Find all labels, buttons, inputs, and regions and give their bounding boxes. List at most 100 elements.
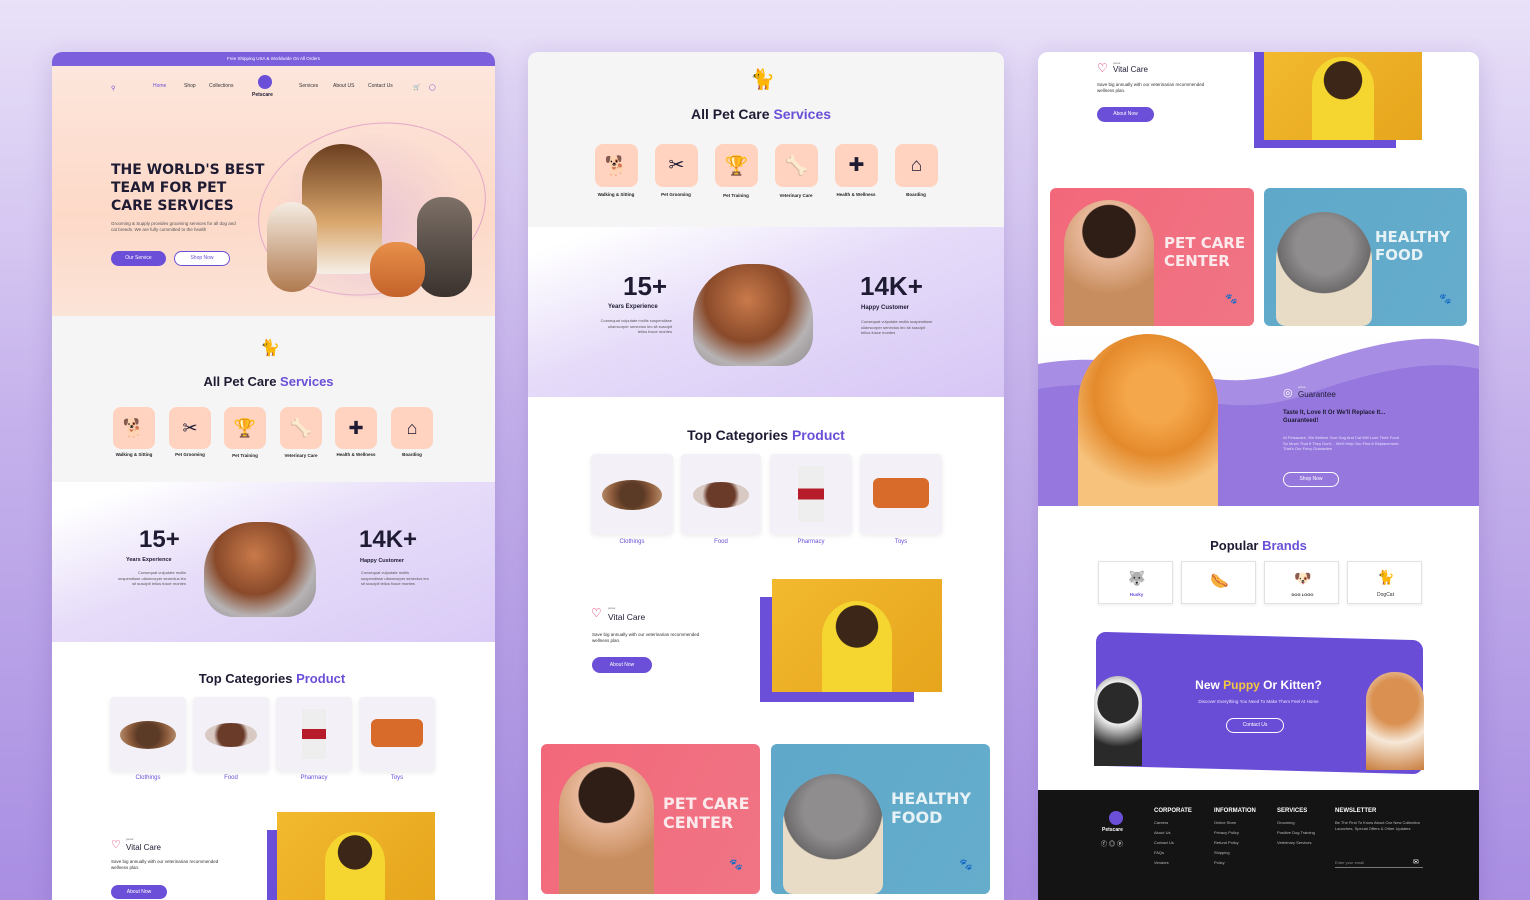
nav-home[interactable]: Home (153, 83, 166, 89)
health-icon[interactable]: ✚ (835, 144, 878, 187)
grooming-icon[interactable]: ✂ (655, 144, 698, 187)
footer-link[interactable]: FAQs (1154, 850, 1192, 855)
training-icon[interactable]: 🏆 (715, 144, 758, 187)
homepage-panel-1: Free Shipping USA & Worldwide On All Ord… (52, 52, 495, 900)
stat-customers-text: Consequat vulputate mollis suspendisse u… (861, 319, 933, 335)
brand-husky[interactable]: 🐺 Husky (1098, 561, 1173, 604)
puppy-cat-image (204, 522, 316, 617)
footer-link[interactable]: Privacy Policy (1214, 830, 1256, 835)
footer-corporate: CORPORATE Careers About Us Contact Us FA… (1154, 808, 1192, 870)
category-label[interactable]: Clothings (110, 775, 186, 781)
walking-icon[interactable]: 🐕 (113, 407, 155, 449)
footer-heading: CORPORATE (1154, 808, 1192, 814)
footer-heading: INFORMATION (1214, 808, 1256, 814)
nav-services[interactable]: Services (299, 83, 318, 89)
woman-dog-photo (772, 579, 942, 692)
category-food[interactable] (681, 454, 761, 534)
logo-text: Petscare (252, 92, 273, 98)
footer-link[interactable]: Policy (1214, 860, 1256, 865)
training-icon[interactable]: 🏆 (224, 407, 266, 449)
category-pharmacy[interactable] (770, 454, 852, 534)
veterinary-icon[interactable]: 🦴 (775, 144, 818, 187)
category-label[interactable]: Pharmacy (276, 775, 352, 781)
send-icon[interactable]: ✉ (1413, 858, 1419, 866)
woman-dog-photo (277, 812, 435, 900)
category-toys[interactable] (860, 454, 942, 534)
shop-now-button[interactable]: Shop Now (1283, 472, 1339, 487)
footer-link[interactable]: Careers (1154, 820, 1192, 825)
nav-about[interactable]: About US (333, 83, 354, 89)
footer-link[interactable]: Refund Policy (1214, 840, 1256, 845)
walking-icon[interactable]: 🐕 (595, 144, 638, 187)
service-label: Pet Training (723, 193, 749, 198)
vital-brand-small: petsa (126, 837, 134, 841)
category-label[interactable]: Food (193, 775, 269, 781)
footer-link[interactable]: Online Store (1214, 820, 1256, 825)
new-puppy-title: New Puppy Or Kitten? (1195, 678, 1322, 692)
nav-shop[interactable]: Shop (184, 83, 196, 89)
pet-care-center-banner[interactable]: PET CARE CENTER 🐾 (541, 744, 760, 894)
healthy-food-banner[interactable]: HEALTHY FOOD 🐾 (1264, 188, 1467, 326)
boarding-icon[interactable]: ⌂ (391, 407, 433, 449)
announcement-bar: Free Shipping USA & Worldwide On All Ord… (52, 52, 495, 66)
toy-tractor-image (873, 478, 929, 508)
woman-figure (1312, 57, 1374, 140)
health-icon[interactable]: ✚ (335, 407, 377, 449)
category-clothings[interactable] (591, 454, 673, 534)
category-label[interactable]: Toys (860, 539, 942, 545)
service-label: Boarding (906, 192, 926, 197)
footer-logo-icon[interactable] (1109, 811, 1123, 825)
category-toys[interactable] (359, 697, 435, 771)
about-now-button[interactable]: About Now (1097, 107, 1154, 122)
logo-icon[interactable] (258, 75, 272, 89)
brand-dog-logo[interactable]: 🐶 DOG LOGO (1264, 561, 1339, 604)
category-clothings[interactable] (110, 697, 186, 771)
brand-dogcat[interactable]: 🐈 DogCat (1347, 561, 1422, 604)
nav-collections[interactable]: Collections (209, 83, 233, 89)
heart-icon: ♡ (591, 606, 602, 620)
banner-title-2: CENTER (663, 813, 734, 832)
stat-customers-text: Consequat vulputate mollis suspendisse u… (361, 570, 429, 586)
footer-link[interactable]: Shipping (1214, 850, 1256, 855)
category-pharmacy[interactable] (276, 697, 352, 771)
stat-years-text: Consequat vulputate mollis suspendisse u… (118, 570, 186, 586)
category-label[interactable]: Pharmacy (770, 539, 852, 545)
footer-link[interactable]: Contact Us (1154, 840, 1192, 845)
footer-link[interactable]: Vendors (1154, 860, 1192, 865)
about-now-button[interactable]: About Now (111, 885, 167, 899)
category-label[interactable]: Food (681, 539, 761, 545)
newsletter-email-input[interactable]: Enter your email ✉ (1335, 859, 1423, 868)
orange-kitten-image (370, 242, 425, 297)
about-now-button[interactable]: About Now (592, 657, 652, 673)
footer-link[interactable]: Veterinary Services (1277, 840, 1317, 845)
category-label[interactable]: Toys (359, 775, 435, 781)
search-icon[interactable]: ⚲ (111, 85, 115, 92)
boarding-icon[interactable]: ⌂ (895, 144, 938, 187)
footer-link[interactable]: Grooming (1277, 820, 1317, 825)
veterinary-icon[interactable]: 🦴 (280, 407, 322, 449)
category-label[interactable]: Clothings (591, 539, 673, 545)
footer-heading: SERVICES (1277, 808, 1308, 814)
shop-now-button[interactable]: Shop Now (174, 251, 230, 266)
footer-link[interactable]: About Us (1154, 830, 1192, 835)
cat-jump-icon: 🐈 (260, 340, 280, 357)
footer-heading: NEWSLETTER (1335, 808, 1377, 814)
brand-name: DogCat (1377, 592, 1394, 598)
announcement-text: Free Shipping USA & Worldwide On All Ord… (227, 56, 320, 61)
nav-contact[interactable]: Contact Us (368, 83, 393, 89)
paw-icon: 🐾 (1225, 294, 1238, 305)
our-service-button[interactable]: Our Service (111, 251, 166, 266)
grooming-icon[interactable]: ✂ (169, 407, 211, 449)
brand-hotdog[interactable]: 🌭 (1181, 561, 1256, 604)
healthy-food-banner[interactable]: HEALTHY FOOD 🐾 (771, 744, 990, 894)
footer-services: SERVICES Grooming Positive Dog Training … (1277, 808, 1317, 850)
social-icons[interactable]: ⓕ◎ⓟ (1101, 839, 1125, 848)
user-icon[interactable]: ◯ (429, 84, 436, 91)
cart-icon[interactable]: 🛒 (413, 84, 420, 91)
category-food[interactable] (193, 697, 269, 771)
new-puppy-text: Discover Everything You Need To Make The… (1198, 699, 1319, 704)
contact-us-button[interactable]: Contact Us (1226, 718, 1284, 733)
pet-care-center-banner[interactable]: PET CARE CENTER 🐾 (1050, 188, 1254, 326)
footer-link[interactable]: Positive Dog Training (1277, 830, 1317, 835)
pet-bed-image (602, 480, 662, 510)
